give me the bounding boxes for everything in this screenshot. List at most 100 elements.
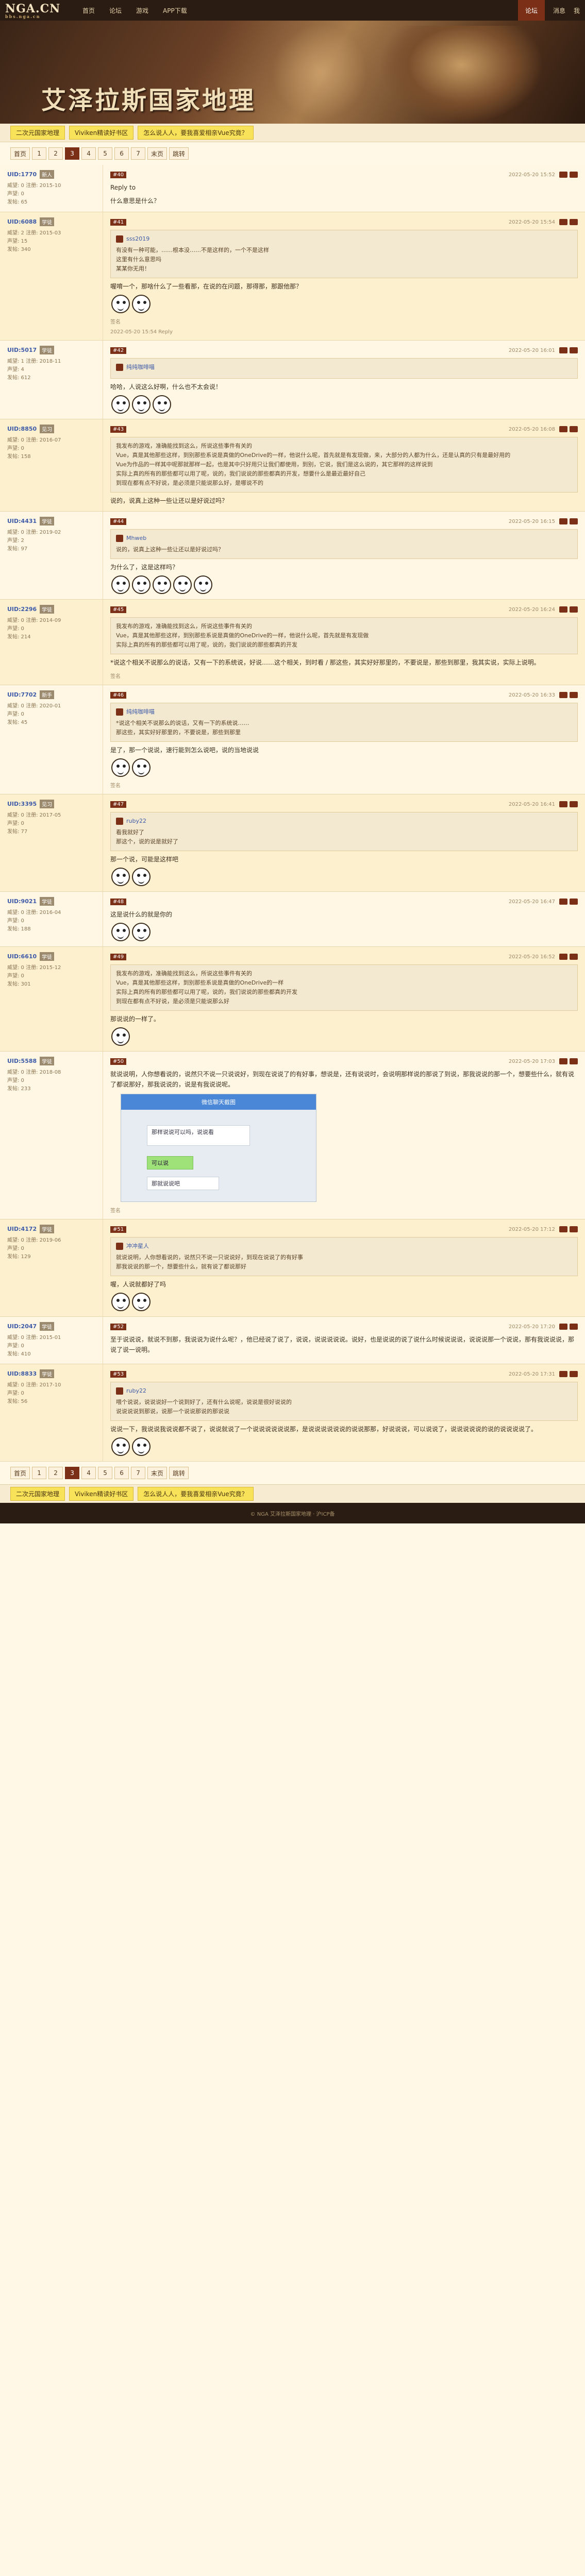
floor-number[interactable]: #44 (110, 518, 127, 525)
jump-button[interactable]: 跳转 (169, 1467, 189, 1479)
quote-line: Vue，真是其他那些这样，到别那些系说是真做的OneDrive的一样，他说什么呢… (116, 632, 369, 639)
user-id-link[interactable]: UID:5588 (7, 1058, 37, 1064)
quote-icon[interactable] (570, 426, 578, 432)
quote-icon[interactable] (570, 801, 578, 807)
quote-icon[interactable] (570, 954, 578, 960)
reply-icon[interactable] (559, 518, 567, 524)
first-page-button[interactable]: 首页 (10, 1467, 30, 1479)
jump-button[interactable]: 跳转 (169, 147, 189, 160)
site-logo[interactable]: NGA.CN bbs.nga.cn (5, 2, 77, 19)
nav-item-forum[interactable]: 论坛 (109, 6, 122, 15)
user-id-link[interactable]: UID:8833 (7, 1370, 37, 1377)
quote-author-link[interactable]: 纯纯咖啡喵 (126, 363, 155, 372)
page-button[interactable]: 4 (81, 147, 96, 160)
reply-icon[interactable] (559, 172, 567, 178)
floor-number[interactable]: #50 (110, 1058, 127, 1065)
page-button[interactable]: 4 (81, 1467, 96, 1479)
floor-number[interactable]: #51 (110, 1226, 127, 1233)
nav-item-app[interactable]: APP下载 (163, 6, 187, 15)
quote-icon[interactable] (570, 347, 578, 353)
nav-item-home[interactable]: 首页 (82, 6, 95, 15)
floor-number[interactable]: #53 (110, 1370, 127, 1378)
breadcrumb-item[interactable]: Viviken精读好书区 (69, 126, 134, 140)
page-button[interactable]: 2 (48, 147, 63, 160)
reply-icon[interactable] (559, 1371, 567, 1377)
quote-author-link[interactable]: sss2019 (126, 234, 149, 244)
reply-icon[interactable] (559, 1058, 567, 1064)
user-id-link[interactable]: UID:9021 (7, 898, 37, 905)
floor-number[interactable]: #48 (110, 898, 127, 905)
breadcrumb-item[interactable]: 二次元国家地理 (10, 1487, 65, 1501)
quote-author-link[interactable]: 纯纯咖啡喵 (126, 707, 155, 717)
quote-author-link[interactable]: Mhweb (126, 534, 146, 543)
page-button[interactable]: 6 (114, 1467, 129, 1479)
user-id-link[interactable]: UID:2047 (7, 1323, 37, 1330)
floor-number[interactable]: #43 (110, 426, 127, 433)
user-id-link[interactable]: UID:2296 (7, 606, 37, 613)
user-id-link[interactable]: UID:6088 (7, 218, 37, 225)
tab-me[interactable]: 我 (574, 6, 580, 15)
quote-icon[interactable] (570, 219, 578, 225)
page-button[interactable]: 6 (114, 147, 129, 160)
breadcrumb-item[interactable]: 怎么说人人，要我喜爱相亲Vue究竟？ (138, 126, 254, 140)
quote-avatar-icon (116, 535, 123, 542)
user-id-link[interactable]: UID:7702 (7, 691, 37, 698)
current-page-button[interactable]: 3 (65, 147, 80, 160)
current-page-button[interactable]: 3 (65, 1467, 80, 1479)
breadcrumb-item[interactable]: 怎么说人人，要我喜爱相亲Vue究竟？ (138, 1487, 254, 1501)
user-id-link[interactable]: UID:5017 (7, 347, 37, 353)
user-id-link[interactable]: UID:4172 (7, 1226, 37, 1232)
last-page-button[interactable]: 末页 (147, 147, 168, 160)
page-button[interactable]: 2 (48, 1467, 63, 1479)
floor-number[interactable]: #41 (110, 218, 127, 226)
floor-number[interactable]: #46 (110, 691, 127, 699)
reply-icon[interactable] (559, 606, 567, 613)
floor-number[interactable]: #40 (110, 171, 127, 178)
breadcrumb-item[interactable]: 二次元国家地理 (10, 126, 65, 140)
page-button[interactable]: 7 (131, 1467, 146, 1479)
user-id-link[interactable]: UID:3395 (7, 801, 37, 807)
reply-icon[interactable] (559, 954, 567, 960)
quote-icon[interactable] (570, 518, 578, 524)
quote-icon[interactable] (570, 1058, 578, 1064)
page-button[interactable]: 5 (98, 147, 113, 160)
quote-icon[interactable] (570, 1324, 578, 1330)
floor-number[interactable]: #42 (110, 347, 127, 354)
quote-icon[interactable] (570, 606, 578, 613)
user-id-link[interactable]: UID:8850 (7, 426, 37, 432)
quote-author-link[interactable]: ruby22 (126, 1386, 146, 1396)
page-button[interactable]: 1 (32, 1467, 47, 1479)
user-id-link[interactable]: UID:4431 (7, 518, 37, 524)
page-button[interactable]: 1 (32, 147, 47, 160)
reply-icon[interactable] (559, 1226, 567, 1232)
reply-icon[interactable] (559, 899, 567, 905)
tab-forum[interactable]: 论坛 (517, 0, 545, 22)
nav-item-games[interactable]: 游戏 (136, 6, 148, 15)
page-button[interactable]: 5 (98, 1467, 113, 1479)
user-id-link[interactable]: UID:1770 (7, 171, 37, 178)
floor-number[interactable]: #45 (110, 606, 127, 613)
quote-icon[interactable] (570, 172, 578, 178)
quote-icon[interactable] (570, 899, 578, 905)
user-level-badge: 学徒 (40, 897, 55, 906)
quote-icon[interactable] (570, 692, 578, 698)
reply-icon[interactable] (559, 219, 567, 225)
quote-icon[interactable] (570, 1371, 578, 1377)
floor-number[interactable]: #52 (110, 1323, 127, 1330)
reply-icon[interactable] (559, 347, 567, 353)
reply-icon[interactable] (559, 801, 567, 807)
reply-icon[interactable] (559, 692, 567, 698)
tab-messages[interactable]: 消息 (553, 6, 565, 15)
last-page-button[interactable]: 末页 (147, 1467, 168, 1479)
floor-number[interactable]: #49 (110, 953, 127, 960)
user-id-link[interactable]: UID:6610 (7, 953, 37, 960)
reply-icon[interactable] (559, 426, 567, 432)
floor-number[interactable]: #47 (110, 801, 127, 808)
quote-icon[interactable] (570, 1226, 578, 1232)
quote-author-link[interactable]: 冲冲星人 (126, 1242, 149, 1251)
page-button[interactable]: 7 (131, 147, 146, 160)
first-page-button[interactable]: 首页 (10, 147, 30, 160)
quote-author-link[interactable]: ruby22 (126, 817, 146, 826)
breadcrumb-item[interactable]: Viviken精读好书区 (69, 1487, 134, 1501)
reply-icon[interactable] (559, 1324, 567, 1330)
